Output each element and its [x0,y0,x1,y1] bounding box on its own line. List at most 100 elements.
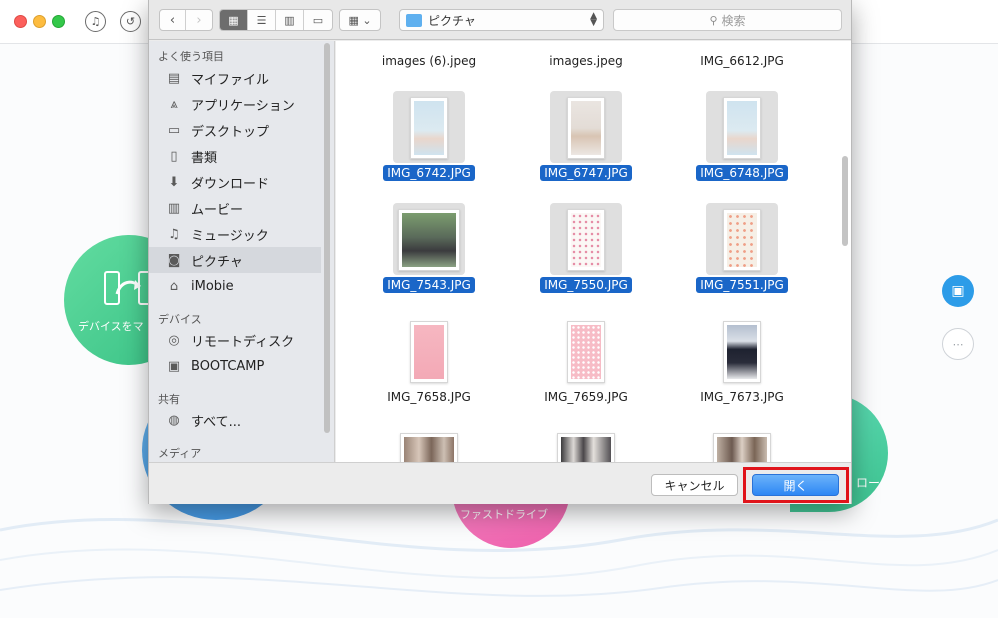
sidebar-section-favorites: よく使う項目 [158,50,224,63]
cancel-button[interactable]: キャンセル [651,474,738,496]
all-my-files-icon: ▤ [167,70,181,86]
search-icon: ⚲ [709,13,718,27]
file-thumbnail[interactable] [713,433,771,462]
sidebar-section-shared: 共有 [158,393,180,406]
restore-icon[interactable]: ↺ [120,11,141,32]
zoom-window-button[interactable] [52,15,65,28]
forward-icon[interactable]: › [186,10,212,30]
fast-drive-label: ファストドライブ [460,508,548,521]
minimize-window-button[interactable] [33,15,46,28]
sidebar-item-label: ピクチャ [191,254,243,270]
file-name[interactable]: IMG_7673.JPG [672,390,812,404]
pictures-folder-icon [406,13,422,27]
sidebar-item-music[interactable]: ♫ ミュージック [149,221,321,247]
file-name[interactable]: IMG_7550.JPG [516,277,656,293]
sidebar-item-label: ダウンロード [191,176,270,192]
sidebar-item-imobie[interactable]: ⌂ iMobie [149,273,321,299]
sidebar-item-label: リモートディスク [191,334,295,350]
itunes-music-icon[interactable]: ♫ [85,11,106,32]
search-placeholder: 検索 [721,13,746,28]
toolbox-icon[interactable]: ▣ [942,275,974,307]
file-thumbnail[interactable] [557,433,615,462]
sidebar-item-pictures[interactable]: ◙ ピクチャ [149,247,321,273]
file-thumbnail[interactable] [400,433,458,462]
sidebar-item-remote-disc[interactable]: ◎ リモートディスク [149,327,321,353]
grid-icon[interactable]: ⋯ [942,328,974,360]
dialog-toolbar: ‹ › ▦ ☰ ▥ ▭ ▦ ⌄ ピクチャ ▲ ▼ ⚲ 検索 [149,0,851,40]
sidebar-item-label: 書類 [191,150,218,166]
back-icon[interactable]: ‹ [160,10,187,30]
file-name[interactable]: IMG_6742.JPG [359,165,499,181]
applications-icon: ⩓ [170,96,178,112]
search-input[interactable]: ⚲ 検索 [613,9,842,31]
file-thumbnail[interactable] [723,97,761,159]
file-name[interactable]: IMG_7659.JPG [516,390,656,404]
dialog-button-bar: キャンセル 開く [149,462,851,504]
file-browser-scrollbar[interactable] [842,156,848,246]
sidebar-item-movies[interactable]: ▥ ムービー [149,195,321,221]
file-name[interactable]: IMG_6747.JPG [516,165,656,181]
sidebar-item-label: iMobie [191,278,234,294]
downloads-icon: ⬇ [168,174,180,190]
icon-view-icon[interactable]: ▦ [220,10,248,30]
sidebar-item-label: マイファイル [191,72,270,88]
file-thumbnail[interactable] [410,321,448,383]
sidebar-item-label: BOOTCAMP [191,358,265,374]
sidebar-item-applications[interactable]: ⩓ アプリケーション [149,91,321,117]
disk-icon: ▣ [167,358,181,374]
sidebar-item-label: すべて... [191,414,241,430]
file-browser: images (6).jpeg images.jpeg IMG_6612.JPG… [336,41,851,462]
sidebar-item-label: ムービー [191,202,244,218]
sidebar-item-label: アプリケーション [191,98,295,114]
sidebar-item-downloads[interactable]: ⬇ ダウンロード [149,169,321,195]
network-icon: ◍ [168,412,180,428]
open-file-dialog: ‹ › ▦ ☰ ▥ ▭ ▦ ⌄ ピクチャ ▲ ▼ ⚲ 検索 よく使う項目 ▤ マイ… [148,0,852,504]
sidebar-item-all-my-files[interactable]: ▤ マイファイル [149,65,321,91]
updown-chevron-icon: ▲ ▼ [590,11,597,28]
view-mode-buttons: ▦ ☰ ▥ ▭ [219,9,333,31]
file-thumbnail[interactable] [398,209,460,271]
file-thumbnail[interactable] [723,209,761,271]
file-thumbnail[interactable] [567,209,605,271]
music-icon: ♫ [168,226,180,242]
file-thumbnail[interactable] [410,97,448,159]
file-thumbnail[interactable] [723,321,761,383]
sidebar-scrollbar[interactable] [324,43,330,433]
dialog-sidebar: よく使う項目 ▤ マイファイル ⩓ アプリケーション ▭ デスクトップ ▯ 書類… [149,41,335,462]
sidebar-item-all-shared[interactable]: ◍ すべて... [149,407,321,433]
documents-icon: ▯ [170,148,178,164]
file-name[interactable]: IMG_7543.JPG [359,277,499,293]
cover-flow-icon[interactable]: ▭ [304,10,332,30]
list-view-icon[interactable]: ☰ [248,10,276,30]
remote-disc-icon: ◎ [168,332,180,348]
device-transfer-label: デバイスをマ [78,320,144,333]
sidebar-item-documents[interactable]: ▯ 書類 [149,143,321,169]
desktop-icon: ▭ [167,122,181,138]
arrange-icon: ▦ ⌄ [348,13,372,27]
movies-icon: ▥ [167,200,181,216]
location-label: ピクチャ [428,13,476,28]
file-name[interactable]: IMG_6612.JPG [672,54,812,68]
pictures-icon: ◙ [167,252,181,268]
navigation-buttons: ‹ › [159,9,213,31]
sidebar-item-bootcamp[interactable]: ▣ BOOTCAMP [149,353,321,379]
sidebar-item-label: ミュージック [191,228,269,244]
sidebar-section-media: メディア [158,447,202,460]
file-thumbnail[interactable] [567,321,605,383]
file-name[interactable]: IMG_7658.JPG [359,390,499,404]
file-thumbnail[interactable] [567,97,605,159]
sidebar-item-label: デスクトップ [191,124,270,140]
close-window-button[interactable] [14,15,27,28]
open-button[interactable]: 開く [752,474,839,496]
teal-feature-label: ロー [856,476,881,490]
location-popup[interactable]: ピクチャ ▲ ▼ [399,9,604,31]
home-icon: ⌂ [169,278,179,294]
sidebar-item-desktop[interactable]: ▭ デスクトップ [149,117,321,143]
file-name[interactable]: IMG_6748.JPG [672,165,812,181]
column-view-icon[interactable]: ▥ [276,10,304,30]
file-name[interactable]: images.jpeg [516,54,656,68]
arrange-button[interactable]: ▦ ⌄ [339,9,381,31]
file-name[interactable]: images (6).jpeg [359,54,499,68]
file-name[interactable]: IMG_7551.JPG [672,277,812,293]
sidebar-section-devices: デバイス [158,313,202,326]
